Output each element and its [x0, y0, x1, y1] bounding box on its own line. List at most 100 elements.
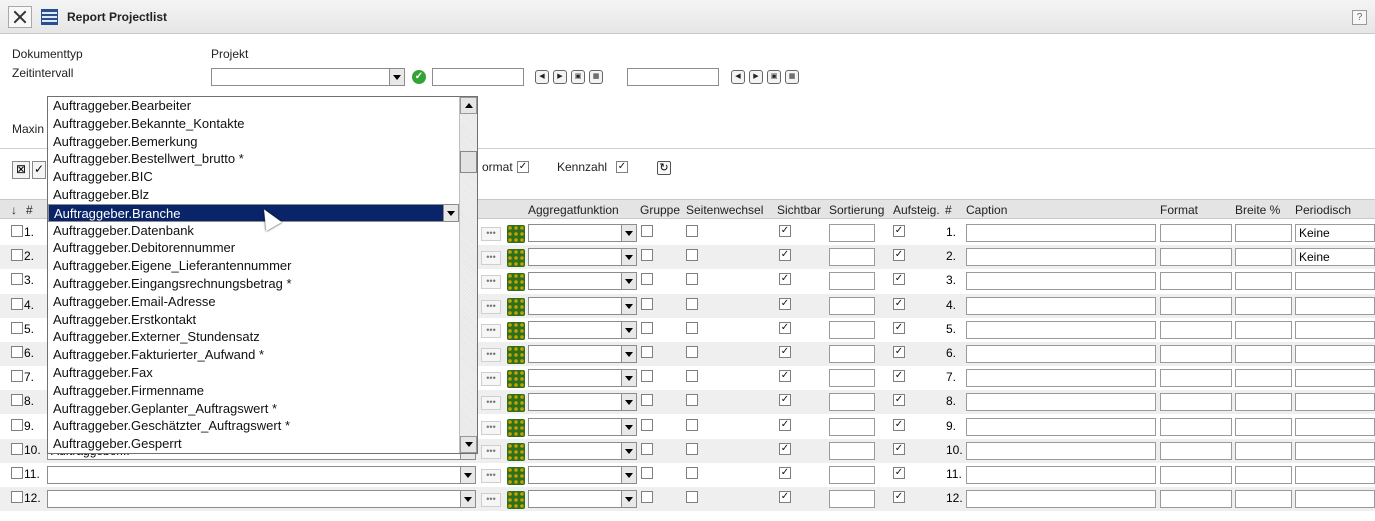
sort-arrow-icon[interactable]: ↓: [11, 203, 17, 217]
width-input[interactable]: [1235, 224, 1292, 242]
sort-input[interactable]: [829, 490, 875, 509]
group-checkbox[interactable]: [641, 442, 653, 455]
visible-checkbox[interactable]: ✓: [779, 273, 791, 286]
today-icon[interactable]: ▣: [767, 70, 781, 84]
periodic-select[interactable]: [1295, 490, 1375, 509]
clear-selection-icon[interactable]: ⊠: [12, 161, 30, 179]
grid-icon[interactable]: [507, 418, 525, 437]
periodic-select[interactable]: [1295, 369, 1375, 388]
sort-input[interactable]: [829, 272, 875, 291]
field-select[interactable]: [47, 490, 476, 509]
asc-checkbox[interactable]: ✓: [893, 297, 905, 310]
group-checkbox[interactable]: [641, 346, 653, 358]
close-icon[interactable]: [8, 6, 32, 28]
more-button[interactable]: •••: [481, 227, 501, 241]
dropdown-item[interactable]: Auftraggeber.Blz: [48, 186, 459, 204]
kennzahl-checkbox[interactable]: ✓: [616, 161, 628, 173]
dropdown-item[interactable]: Auftraggeber.Fakturierter_Aufwand *: [48, 346, 459, 364]
format-input[interactable]: [1160, 369, 1232, 388]
format-input[interactable]: [1160, 466, 1232, 484]
caption-input[interactable]: [966, 369, 1156, 388]
sort-input[interactable]: [829, 224, 875, 242]
format-input[interactable]: [1160, 417, 1232, 436]
row-checkbox[interactable]: [11, 297, 23, 310]
visible-checkbox[interactable]: ✓: [779, 418, 791, 431]
more-button[interactable]: •••: [481, 348, 501, 362]
pagebreak-checkbox[interactable]: [686, 491, 698, 504]
grid-icon[interactable]: [507, 491, 525, 510]
help-button[interactable]: ?: [1352, 10, 1367, 25]
caption-input[interactable]: [966, 224, 1156, 242]
periodic-select[interactable]: [1295, 417, 1375, 436]
dropdown-item[interactable]: Auftraggeber.Datenbank: [48, 222, 459, 240]
visible-checkbox[interactable]: ✓: [779, 467, 791, 479]
format-input[interactable]: [1160, 490, 1232, 509]
row-checkbox[interactable]: [11, 249, 23, 262]
dropdown-item[interactable]: Auftraggeber.Geplanter_Auftragswert *: [48, 400, 459, 418]
select-all-icon[interactable]: ✓: [32, 161, 46, 179]
asc-checkbox[interactable]: ✓: [893, 491, 905, 504]
caption-input[interactable]: [966, 441, 1156, 460]
pagebreak-checkbox[interactable]: [686, 225, 698, 237]
scroll-thumb[interactable]: [460, 151, 477, 173]
group-checkbox[interactable]: [641, 418, 653, 431]
pagebreak-checkbox[interactable]: [686, 370, 698, 383]
grid-icon[interactable]: [507, 467, 525, 485]
prev-icon[interactable]: ◀: [731, 70, 745, 84]
periodic-select[interactable]: [1295, 296, 1375, 315]
dropdown-item[interactable]: Auftraggeber.Fax: [48, 364, 459, 382]
row-checkbox[interactable]: [11, 225, 23, 237]
asc-checkbox[interactable]: ✓: [893, 418, 905, 431]
visible-checkbox[interactable]: ✓: [779, 491, 791, 504]
group-checkbox[interactable]: [641, 467, 653, 479]
aggregate-select[interactable]: [528, 441, 637, 460]
group-checkbox[interactable]: [641, 491, 653, 504]
dropdown-item[interactable]: Auftraggeber.Bekannte_Kontakte: [48, 115, 459, 133]
grid-icon[interactable]: [507, 442, 525, 461]
periodic-select[interactable]: Keine: [1295, 248, 1375, 267]
dropdown-item[interactable]: Auftraggeber.Email-Adresse: [48, 293, 459, 311]
sort-input[interactable]: [829, 369, 875, 388]
caption-input[interactable]: [966, 272, 1156, 291]
pagebreak-checkbox[interactable]: [686, 249, 698, 262]
grid-icon[interactable]: [507, 297, 525, 316]
width-input[interactable]: [1235, 369, 1292, 388]
sort-input[interactable]: [829, 417, 875, 436]
visible-checkbox[interactable]: ✓: [779, 321, 791, 334]
pagebreak-checkbox[interactable]: [686, 418, 698, 431]
dropdown-item[interactable]: Auftraggeber.Gesperrt: [48, 435, 459, 453]
aggregate-select[interactable]: [528, 296, 637, 315]
dropdown-item[interactable]: Auftraggeber.Bearbeiter: [48, 97, 459, 115]
asc-checkbox[interactable]: ✓: [893, 273, 905, 286]
visible-checkbox[interactable]: ✓: [779, 225, 791, 237]
dropdown-item[interactable]: Auftraggeber.Branche: [48, 203, 459, 222]
width-input[interactable]: [1235, 393, 1292, 412]
more-button[interactable]: •••: [481, 299, 501, 314]
visible-checkbox[interactable]: ✓: [779, 394, 791, 407]
next-icon[interactable]: ▶: [749, 70, 763, 84]
row-checkbox[interactable]: [11, 321, 23, 334]
more-button[interactable]: •••: [481, 444, 501, 459]
caption-input[interactable]: [966, 417, 1156, 436]
grid-icon[interactable]: [507, 394, 525, 413]
asc-checkbox[interactable]: ✓: [893, 370, 905, 383]
dropdown-item[interactable]: Auftraggeber.Bestellwert_brutto *: [48, 150, 459, 168]
grid-icon[interactable]: [507, 249, 525, 268]
asc-checkbox[interactable]: ✓: [893, 467, 905, 479]
aggregate-select[interactable]: [528, 490, 637, 509]
periodic-select[interactable]: [1295, 345, 1375, 363]
date-to-input[interactable]: [627, 68, 719, 86]
dropdown-item[interactable]: Auftraggeber.Eingangsrechnungsbetrag *: [48, 275, 459, 293]
dropdown-item[interactable]: Auftraggeber.Erstkontakt: [48, 311, 459, 329]
field-dropdown-list[interactable]: Auftraggeber.Bearbeiter Auftraggeber.Beka…: [47, 96, 478, 454]
dropdown-item[interactable]: Auftraggeber.Bemerkung: [48, 133, 459, 151]
format-input[interactable]: [1160, 441, 1232, 460]
format-input[interactable]: [1160, 224, 1232, 242]
row-checkbox[interactable]: [11, 394, 23, 407]
pagebreak-checkbox[interactable]: [686, 346, 698, 358]
format-input[interactable]: [1160, 393, 1232, 412]
more-button[interactable]: •••: [481, 372, 501, 387]
caption-input[interactable]: [966, 490, 1156, 509]
calendar-icon[interactable]: ▦: [785, 70, 799, 84]
group-checkbox[interactable]: [641, 297, 653, 310]
